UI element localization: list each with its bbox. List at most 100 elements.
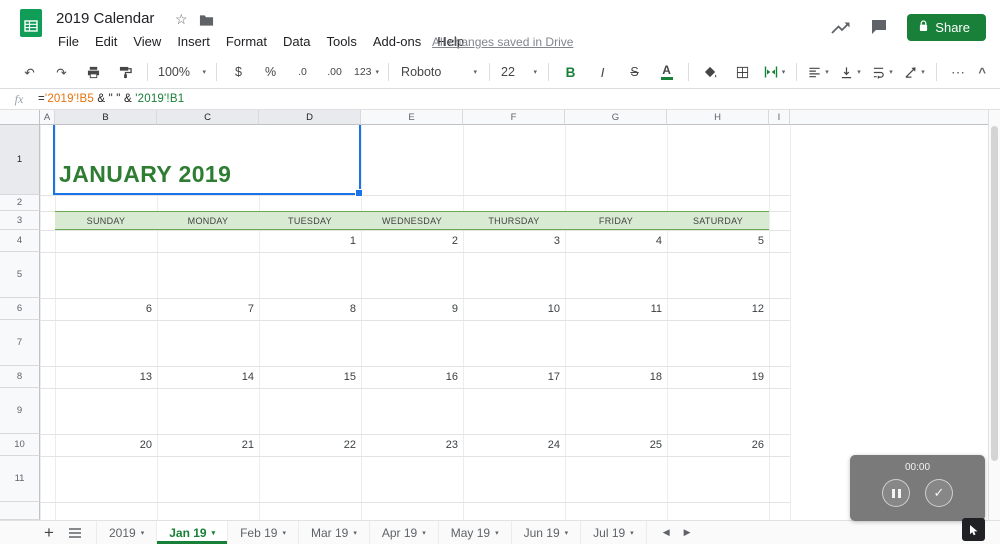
menu-add-ons[interactable]: Add-ons [365,31,429,53]
vertical-align-button[interactable]: ▾ [835,59,866,85]
menu-tools[interactable]: Tools [318,31,364,53]
chevron-down-icon[interactable]: ▾ [422,529,426,537]
date-cell-15[interactable]: 15 [259,366,361,388]
chevron-down-icon[interactable]: ▾ [141,529,145,537]
date-cell-17[interactable]: 17 [463,366,565,388]
date-cell-13[interactable]: 13 [55,366,157,388]
chevron-down-icon[interactable]: ▾ [353,529,357,537]
format-percent-button[interactable]: % [255,59,286,85]
row-header-3[interactable]: 3 [0,211,40,230]
column-header-i[interactable]: I [769,110,790,125]
menu-edit[interactable]: Edit [87,31,125,53]
day-header-friday[interactable]: FRIDAY [565,212,667,229]
date-cell-3[interactable]: 3 [463,230,565,252]
column-header-a[interactable]: A [40,110,55,125]
sheets-logo-icon[interactable] [20,9,42,37]
day-header-tuesday[interactable]: TUESDAY [259,212,361,229]
row-header-8[interactable]: 8 [0,366,40,388]
day-header-sunday[interactable]: SUNDAY [55,212,157,229]
row-header-1[interactable]: 1 [0,125,40,195]
menu-view[interactable]: View [125,31,169,53]
date-cell-12[interactable]: 12 [667,298,769,320]
date-cell-4[interactable]: 4 [565,230,667,252]
column-header-e[interactable]: E [361,110,463,125]
row-header-7[interactable]: 7 [0,320,40,366]
share-button[interactable]: Share [907,14,986,41]
row-header-overflow[interactable] [0,502,40,520]
save-status-link[interactable]: All changes saved in Drive [432,35,573,49]
paint-format-button[interactable] [110,59,141,85]
date-cell-9[interactable]: 9 [361,298,463,320]
comment-icon[interactable] [871,19,887,35]
row-header-11[interactable]: 11 [0,456,40,502]
fill-color-button[interactable] [695,59,726,85]
chevron-down-icon[interactable]: ▾ [282,529,286,537]
chevron-down-icon[interactable]: ▾ [495,529,499,537]
date-cell-20[interactable]: 20 [55,434,157,456]
column-header-f[interactable]: F [463,110,565,125]
chevron-down-icon[interactable]: ▾ [212,529,216,537]
row-header-5[interactable]: 5 [0,252,40,298]
date-cell-7[interactable]: 7 [157,298,259,320]
row-header-6[interactable]: 6 [0,298,40,320]
menu-file[interactable]: File [50,31,87,53]
day-header-thursday[interactable]: THURSDAY [463,212,565,229]
sheet-tab-2019[interactable]: 2019▾ [96,521,157,544]
move-folder-icon[interactable] [199,14,214,32]
scroll-tabs-right-button[interactable]: ▶ [684,527,691,538]
undo-button[interactable]: ↶ [14,59,45,85]
increase-decimal-button[interactable]: .00 [319,59,350,85]
italic-button[interactable]: I [587,59,618,85]
date-cell-24[interactable]: 24 [463,434,565,456]
activity-trend-icon[interactable] [831,20,851,35]
star-icon[interactable]: ☆ [175,11,188,28]
pause-recording-button[interactable] [882,479,910,507]
decrease-decimal-button[interactable]: .0 [287,59,318,85]
horizontal-align-button[interactable]: ▾ [803,59,834,85]
screen-recorder-tray-icon[interactable] [962,518,985,541]
bold-button[interactable]: B [555,59,586,85]
scrollbar-thumb[interactable] [991,126,998,461]
row-header-2[interactable]: 2 [0,195,40,211]
date-cell-25[interactable]: 25 [565,434,667,456]
redo-button[interactable]: ↷ [46,59,77,85]
formula-text[interactable]: ='2019'!B5 & " " & '2019'!B1 [38,93,184,105]
column-header-d[interactable]: D [259,110,361,125]
add-sheet-button[interactable]: + [36,521,62,544]
menu-format[interactable]: Format [218,31,275,53]
column-header-c[interactable]: C [157,110,259,125]
date-cell-16[interactable]: 16 [361,366,463,388]
chevron-down-icon[interactable]: ▾ [565,529,569,537]
date-cell-5[interactable]: 5 [667,230,769,252]
more-toolbar-button[interactable]: ⋯ [943,59,974,85]
text-wrap-button[interactable]: ▾ [867,59,898,85]
sheet-tab-jan-19[interactable]: Jan 19▾ [157,521,228,544]
date-cell-23[interactable]: 23 [361,434,463,456]
day-header-saturday[interactable]: SATURDAY [667,212,769,229]
column-header-h[interactable]: H [667,110,769,125]
all-sheets-menu-button[interactable] [62,521,88,544]
number-format-select[interactable]: 123 ▾ [351,59,382,85]
format-currency-button[interactable]: $ [223,59,254,85]
sheet-tab-feb-19[interactable]: Feb 19▾ [228,521,299,544]
date-cell-19[interactable]: 19 [667,366,769,388]
sheet-tab-may-19[interactable]: May 19▾ [439,521,512,544]
row-header-9[interactable]: 9 [0,388,40,434]
print-button[interactable] [78,59,109,85]
sheet-tab-jun-19[interactable]: Jun 19▾ [512,521,582,544]
column-header-b[interactable]: B [55,110,157,125]
date-cell-18[interactable]: 18 [565,366,667,388]
text-rotation-button[interactable]: ▾ [899,59,930,85]
day-header-monday[interactable]: MONDAY [157,212,259,229]
date-cell-14[interactable]: 14 [157,366,259,388]
scroll-tabs-left-button[interactable]: ◀ [663,527,670,538]
menu-data[interactable]: Data [275,31,318,53]
borders-button[interactable] [727,59,758,85]
row-header-10[interactable]: 10 [0,434,40,456]
date-cell-1[interactable]: 1 [259,230,361,252]
sheet-tab-apr-19[interactable]: Apr 19▾ [370,521,439,544]
chevron-down-icon[interactable]: ▾ [630,529,634,537]
date-cell-10[interactable]: 10 [463,298,565,320]
date-cell-8[interactable]: 8 [259,298,361,320]
sheet-tab-jul-19[interactable]: Jul 19▾ [581,521,647,544]
